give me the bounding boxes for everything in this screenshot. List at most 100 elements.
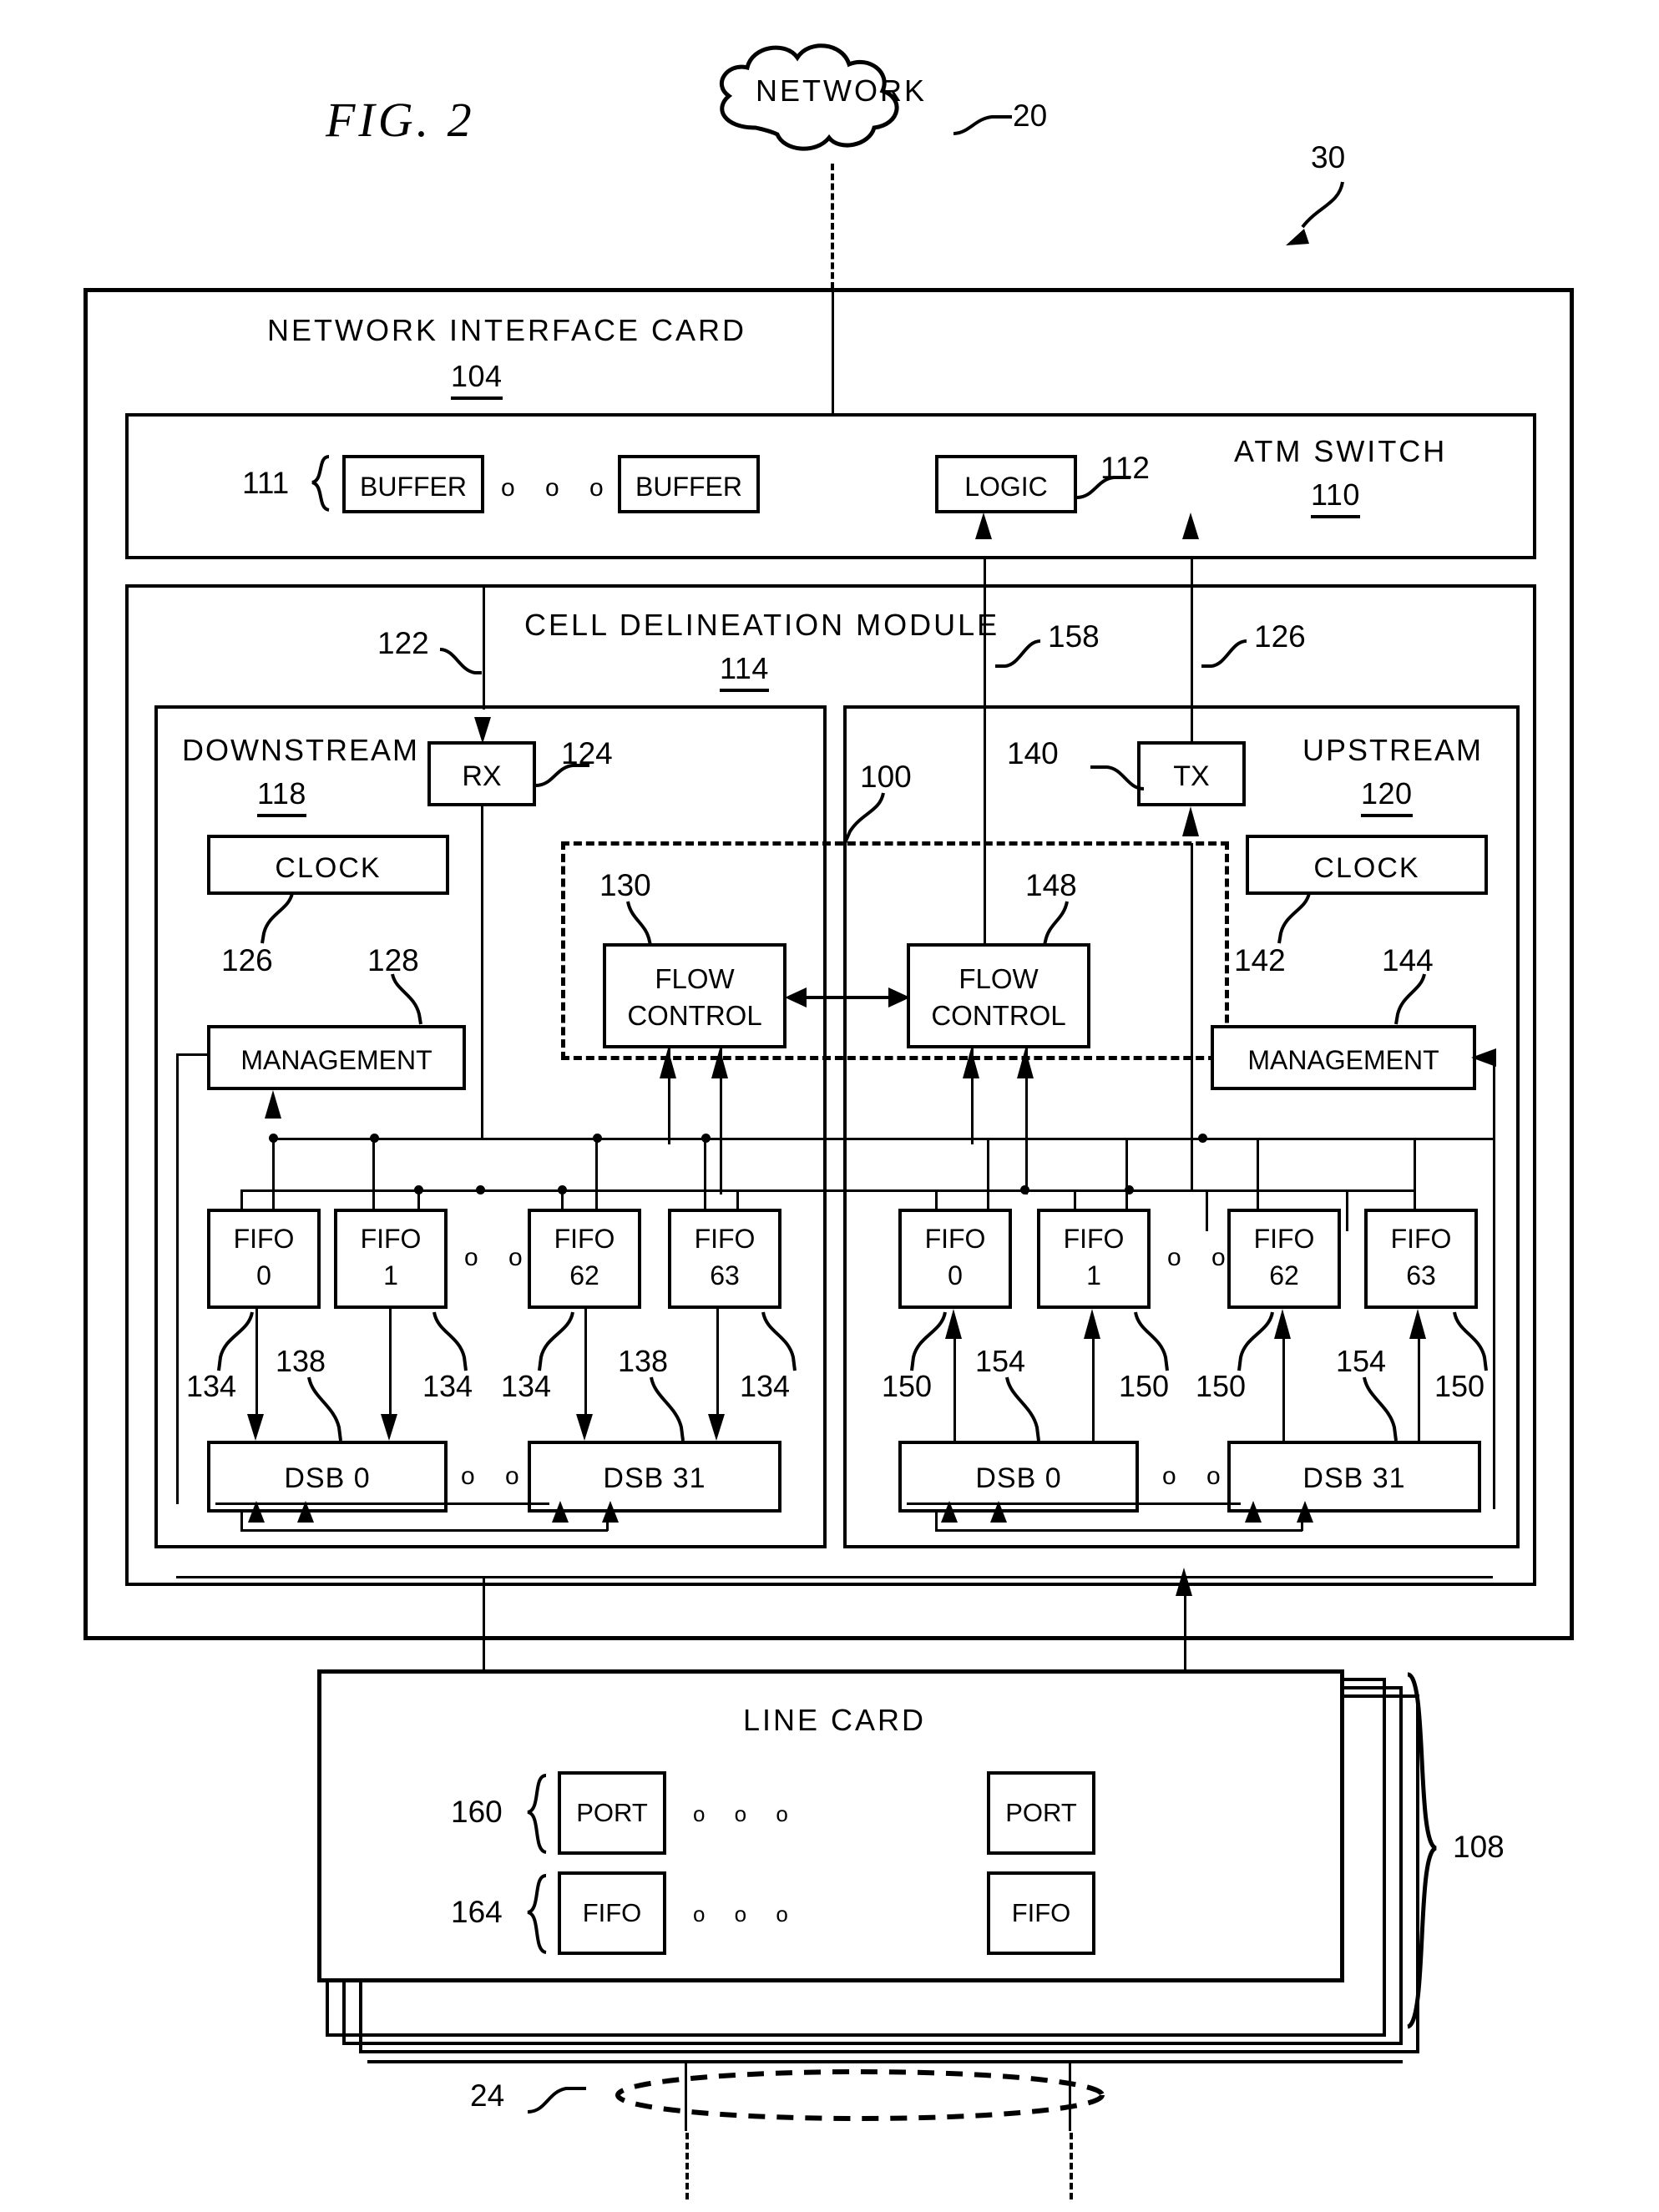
tx-input-arrow bbox=[1182, 806, 1199, 836]
fifo1-to-dsb-arrow bbox=[381, 1414, 397, 1441]
downstream-fifo-63[interactable]: FIFO 63 bbox=[668, 1209, 781, 1309]
us-dsb-feedback-arrow-1 bbox=[941, 1501, 958, 1523]
ref-164: 164 bbox=[451, 1895, 503, 1929]
dsb-feedback-arrow-2 bbox=[297, 1501, 314, 1523]
upstream-fifo-1[interactable]: FIFO 1 bbox=[1037, 1209, 1151, 1309]
ds-ref-134-d: 134 bbox=[740, 1369, 791, 1403]
cdm-title: CELL DELINEATION MODULE bbox=[524, 608, 1000, 642]
upstream-fifo-62[interactable]: FIFO 62 bbox=[1227, 1209, 1341, 1309]
upstream-mgmt-feedback-h bbox=[1476, 1056, 1496, 1058]
ref-130: 130 bbox=[599, 868, 651, 902]
line-card-fifo-0[interactable]: FIFO bbox=[558, 1871, 666, 1955]
upstream-fifo-63[interactable]: FIFO 63 bbox=[1364, 1209, 1478, 1309]
ref-122: 122 bbox=[377, 626, 429, 660]
ref-150-leader-d bbox=[1453, 1311, 1488, 1371]
ref-154-leader-b bbox=[1363, 1376, 1398, 1442]
atm-buffer-n[interactable]: BUFFER bbox=[618, 455, 760, 513]
cdm-ref: 114 bbox=[720, 651, 769, 692]
ds-ref-134-b: 134 bbox=[422, 1369, 473, 1403]
upstream-dsb-ellipsis: o o bbox=[1162, 1462, 1232, 1490]
us-dsb31-to-fifo63-v bbox=[1418, 1329, 1420, 1442]
downstream-fifo-0-index: 0 bbox=[256, 1260, 271, 1290]
downstream-fifo-1-name: FIFO bbox=[360, 1224, 422, 1254]
downstream-fifo-0[interactable]: FIFO 0 bbox=[207, 1209, 321, 1309]
us-rail-c-left-v bbox=[935, 1513, 938, 1531]
upstream-fifo-1-name: FIFO bbox=[1063, 1224, 1125, 1254]
downstream-fifo-62[interactable]: FIFO 62 bbox=[528, 1209, 641, 1309]
ref-134-leader-c bbox=[538, 1311, 574, 1371]
upstream-rail-c bbox=[935, 1529, 1302, 1532]
logic-input-arrow bbox=[975, 513, 992, 539]
upstream-fifo-0-name: FIFO bbox=[924, 1224, 986, 1254]
rx-box[interactable]: RX bbox=[427, 741, 536, 806]
ref-150-leader-b bbox=[1134, 1311, 1169, 1371]
ds-ref-138-a: 138 bbox=[276, 1344, 326, 1378]
us-dsb-feedback-arrow-4 bbox=[1297, 1501, 1313, 1523]
atm-logic-box[interactable]: LOGIC bbox=[935, 455, 1077, 513]
downstream-management-box[interactable]: MANAGEMENT bbox=[207, 1025, 466, 1090]
buffer-group-brace bbox=[311, 455, 330, 512]
network-to-nic-dashed-link bbox=[831, 164, 834, 289]
ds-fc-in-arrow-1 bbox=[660, 1048, 676, 1078]
rx-label: RX bbox=[462, 760, 502, 792]
dsb-feedback-arrow-4 bbox=[602, 1501, 619, 1523]
upstream-management-label: MANAGEMENT bbox=[1247, 1045, 1439, 1075]
us-ref-154-b: 154 bbox=[1336, 1344, 1387, 1378]
line-card-port-n[interactable]: PORT bbox=[987, 1771, 1095, 1855]
upstream-title: UPSTREAM bbox=[1302, 733, 1484, 767]
upstream-fifo-0-index: 0 bbox=[948, 1260, 963, 1290]
us-dsb-feedback-arrow-3 bbox=[1245, 1501, 1262, 1523]
upstream-fifo-0[interactable]: FIFO 0 bbox=[898, 1209, 1012, 1309]
ds-ref-134-a: 134 bbox=[186, 1369, 237, 1403]
downstream-clock-box[interactable]: CLOCK bbox=[207, 835, 449, 895]
upstream-dsb-31-label: DSB 31 bbox=[1302, 1462, 1406, 1494]
downstream-flow-control-box[interactable]: FLOW CONTROL bbox=[603, 943, 787, 1048]
bus-dot bbox=[1198, 1134, 1207, 1143]
atm-buffer-n-label: BUFFER bbox=[635, 472, 742, 502]
tx-box[interactable]: TX bbox=[1137, 741, 1246, 806]
dsb-feedback-arrow-3 bbox=[552, 1501, 569, 1523]
ref-108: 108 bbox=[1453, 1830, 1505, 1864]
atm-buffer-0[interactable]: BUFFER bbox=[342, 455, 484, 513]
ref-160: 160 bbox=[451, 1795, 503, 1829]
upstream-bus-2 bbox=[935, 1189, 1415, 1192]
upstream-ref: 120 bbox=[1361, 776, 1413, 817]
upstream-clock-box[interactable]: CLOCK bbox=[1246, 835, 1488, 895]
line-card-port-0[interactable]: PORT bbox=[558, 1771, 666, 1855]
upstream-management-box[interactable]: MANAGEMENT bbox=[1211, 1025, 1476, 1090]
upstream-fifo-63-index: 63 bbox=[1406, 1260, 1436, 1290]
ref-142-leader bbox=[1277, 892, 1311, 944]
line-card-stack-brace bbox=[1406, 1672, 1438, 2029]
ref-142: 142 bbox=[1234, 943, 1286, 977]
downstream-fifo-1[interactable]: FIFO 1 bbox=[334, 1209, 448, 1309]
downstream-fifo-62-index: 62 bbox=[569, 1260, 599, 1290]
ref-126-upstream: 126 bbox=[1254, 619, 1306, 654]
ref-122-leader bbox=[439, 648, 482, 674]
system-ref-arrow bbox=[1286, 181, 1344, 245]
rail-c-left-v bbox=[240, 1513, 243, 1531]
us-fifo1-in-arrow bbox=[1084, 1309, 1100, 1339]
upstream-fifo-62-name: FIFO bbox=[1253, 1224, 1315, 1254]
ref-134-leader-b bbox=[432, 1311, 468, 1371]
downstream-mgmt-feedback-v bbox=[176, 1053, 179, 1504]
downstream-fifo-1-index: 1 bbox=[383, 1260, 398, 1290]
ref-124: 124 bbox=[561, 736, 613, 770]
ref-126-clock: 126 bbox=[221, 943, 273, 977]
tx-ref-leader bbox=[1090, 765, 1145, 790]
rx-input-line bbox=[483, 584, 485, 710]
downstream-fc-label-1: FLOW bbox=[655, 963, 735, 994]
fifo62-to-dsb-arrow bbox=[576, 1414, 593, 1441]
ds-fc-in-arrow-2 bbox=[711, 1048, 728, 1078]
line-card-fifo-n[interactable]: FIFO bbox=[987, 1871, 1095, 1955]
us-ref-150-d: 150 bbox=[1434, 1369, 1485, 1403]
us-fifo63-in-arrow bbox=[1409, 1309, 1426, 1339]
downstream-dsb-31-label: DSB 31 bbox=[603, 1462, 706, 1494]
upstream-dsb-31[interactable]: DSB 31 bbox=[1227, 1441, 1481, 1513]
ref-24-leader bbox=[527, 2087, 586, 2114]
bus-dot bbox=[476, 1185, 485, 1194]
line-card-fifo-0-label: FIFO bbox=[582, 1898, 642, 1927]
upstream-bus-1 bbox=[1040, 1138, 1495, 1140]
ref-20: 20 bbox=[1013, 98, 1048, 133]
upstream-mgmt-feedback-v bbox=[1493, 1058, 1495, 1509]
atm-switch-ref: 110 bbox=[1311, 477, 1360, 518]
